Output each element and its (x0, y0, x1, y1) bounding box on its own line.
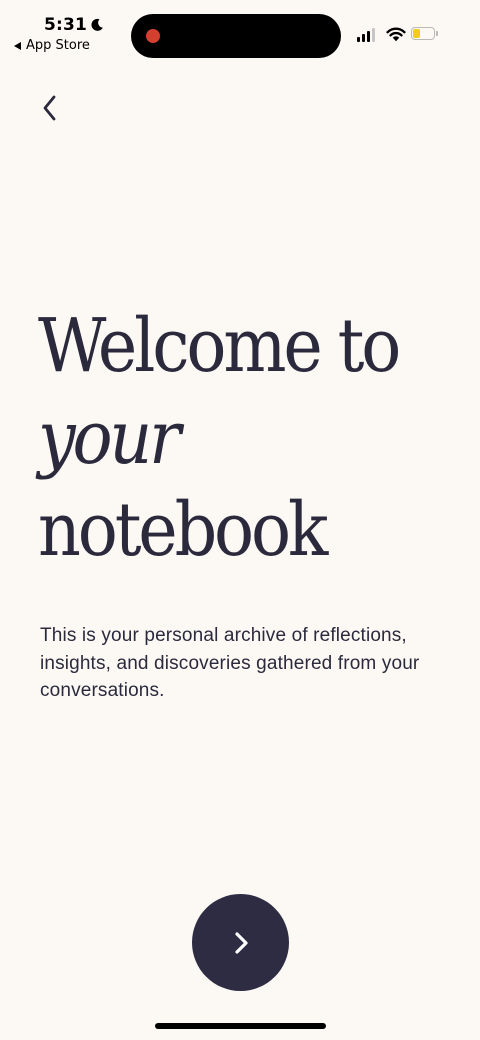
title-line-welcome: Welcome to (38, 303, 401, 389)
back-triangle-icon (14, 41, 21, 50)
back-button[interactable] (30, 86, 70, 130)
cellular-signal-icon (357, 28, 375, 42)
chevron-left-icon (43, 95, 56, 121)
time-group: 5:31 (44, 15, 104, 35)
home-indicator[interactable] (155, 1023, 326, 1029)
next-button[interactable] (192, 894, 289, 991)
title-line-your: your (38, 395, 181, 481)
intro-description: This is your personal archive of reflect… (40, 625, 420, 701)
title-line-notebook: notebook (38, 487, 328, 573)
chevron-right-icon (234, 931, 248, 954)
back-app-label: App Store (26, 38, 90, 53)
battery-icon (411, 27, 439, 42)
moon-icon (91, 18, 103, 31)
recording-indicator-icon (146, 29, 160, 43)
wifi-icon (386, 27, 406, 42)
status-time: 5:31 (44, 15, 88, 35)
battery-level (413, 29, 420, 38)
page-title: Welcome to your notebook (38, 300, 401, 576)
status-bar: 5:31 App Store (0, 0, 480, 70)
back-to-app-store[interactable]: App Store (14, 38, 90, 53)
dynamic-island (131, 14, 341, 58)
